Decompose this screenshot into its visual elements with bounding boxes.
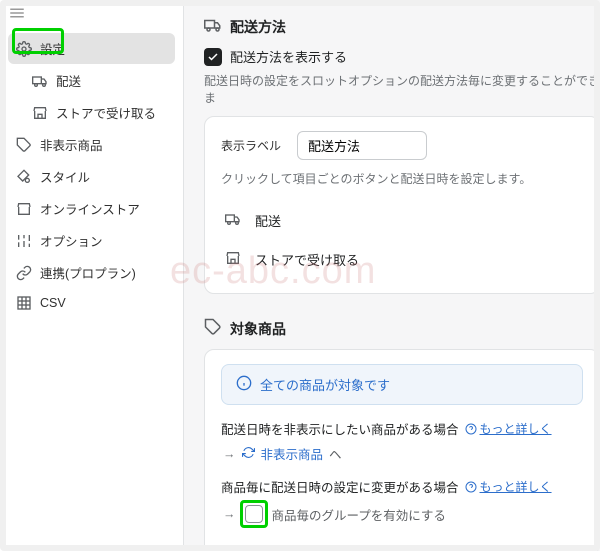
info-text: 全ての商品が対象です [260, 375, 390, 394]
store-icon [32, 105, 48, 121]
sidebar-item-hidden-products[interactable]: 非表示商品 [8, 129, 175, 160]
sliders-icon [16, 233, 32, 249]
he-text: ヘ [329, 444, 342, 463]
section-title: 対象商品 [230, 319, 286, 339]
sidebar-label: 非表示商品 [40, 135, 103, 154]
method-label: 配送 [255, 211, 281, 230]
delivery-desc: 配送日時の設定をスロットオプションの配送方法毎に変更することができま [204, 72, 600, 106]
arrow-icon: → [223, 507, 236, 521]
tag-icon [16, 137, 32, 153]
main-content: 配送方法 配送方法を表示する 配送日時の設定をスロットオプションの配送方法毎に変… [184, 0, 600, 551]
refresh-icon [242, 446, 255, 462]
store-front-icon [16, 201, 32, 217]
block1-text: 配送日時を非表示にしたい商品がある場合 [221, 419, 459, 438]
hidden-products-link[interactable]: 非表示商品 [261, 444, 324, 463]
link-icon [16, 265, 32, 281]
display-label-title: 表示ラベル [221, 137, 285, 154]
sidebar-label: ストアで受け取る [56, 103, 156, 122]
sidebar-label: オプション [40, 231, 103, 250]
info-icon [236, 375, 252, 394]
target-card: 全ての商品が対象です 配送日時を非表示にしたい商品がある場合 もっと詳しく → … [204, 349, 600, 551]
sidebar-label: 連携(プロプラン) [40, 263, 136, 282]
sidebar-label: スタイル [40, 167, 90, 186]
sidebar-item-delivery[interactable]: 配送 [8, 65, 175, 96]
delivery-method-pickup[interactable]: ストアで受け取る [221, 240, 583, 279]
sidebar-item-integration[interactable]: 連携(プロプラン) [8, 257, 175, 288]
sidebar: 設定 配送 ストアで受け取る 非表示商品 スタイル オンラインストア [0, 0, 184, 551]
truck-icon [32, 73, 48, 89]
arrow-icon: → [223, 447, 236, 461]
info-banner: 全ての商品が対象です [221, 364, 583, 405]
sidebar-label: 配送 [56, 71, 81, 90]
click-help: クリックして項目ごとのボタンと配送日時を設定します。 [221, 170, 583, 187]
checkbox-show-delivery[interactable] [204, 48, 222, 66]
sidebar-item-pickup[interactable]: ストアで受け取る [8, 97, 175, 128]
target-section: 対象商品 全ての商品が対象です 配送日時を非表示にしたい商品がある場合 もっと詳… [204, 318, 600, 551]
delivery-card: 表示ラベル クリックして項目ごとのボタンと配送日時を設定します。 配送 ストアで… [204, 116, 600, 294]
display-label-input[interactable] [297, 131, 427, 160]
tag-icon [204, 318, 222, 339]
delivery-method-shipping[interactable]: 配送 [221, 201, 583, 240]
method-label: ストアで受け取る [255, 250, 359, 269]
truck-icon [225, 211, 241, 230]
sidebar-item-settings[interactable]: 設定 [8, 33, 175, 64]
sidebar-item-options[interactable]: オプション [8, 225, 175, 256]
sidebar-label: 設定 [40, 39, 65, 58]
hamburger-icon[interactable] [0, 0, 183, 29]
sidebar-label: CSV [40, 296, 66, 310]
enable-groups-label: 商品毎のグループを有効にする [272, 505, 446, 524]
more-link[interactable]: もっと詳しく [465, 478, 552, 495]
table-icon [16, 295, 32, 311]
sidebar-item-style[interactable]: スタイル [8, 161, 175, 192]
delivery-section: 配送方法 配送方法を表示する 配送日時の設定をスロットオプションの配送方法毎に変… [204, 16, 600, 294]
more-link[interactable]: もっと詳しく [465, 420, 552, 437]
sidebar-item-csv[interactable]: CSV [8, 289, 175, 317]
block2-text: 商品毎に配送日時の設定に変更がある場合 [221, 477, 459, 496]
gear-icon [16, 41, 32, 57]
show-delivery-label: 配送方法を表示する [230, 47, 347, 66]
truck-icon [204, 16, 222, 37]
highlight-marker-checkbox [242, 502, 266, 526]
section-title: 配送方法 [230, 17, 286, 37]
store-icon [225, 250, 241, 269]
sidebar-label: オンラインストア [40, 199, 140, 218]
paint-icon [16, 169, 32, 185]
checkbox-enable-groups[interactable] [245, 505, 263, 523]
sidebar-item-online-store[interactable]: オンラインストア [8, 193, 175, 224]
